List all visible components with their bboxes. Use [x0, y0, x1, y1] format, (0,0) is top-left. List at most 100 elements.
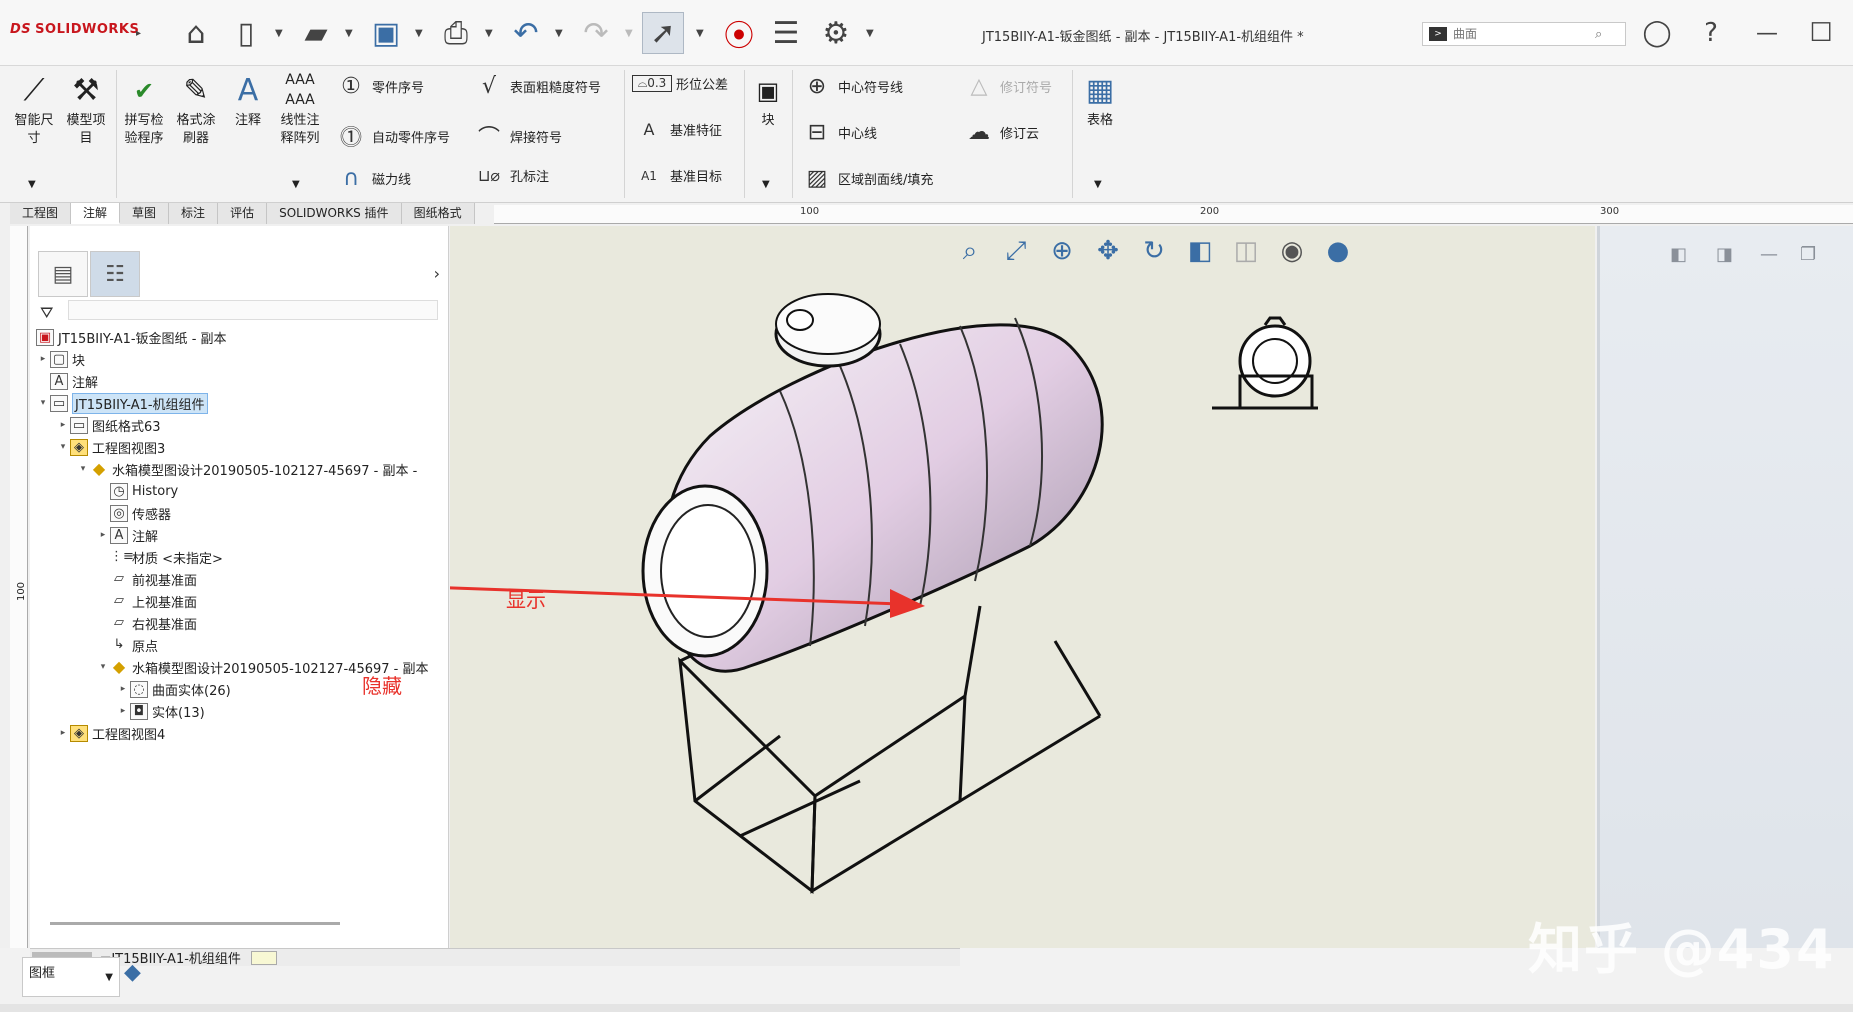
table-dropdown-icon[interactable]: ▼ — [1094, 176, 1102, 194]
tree-filter-input[interactable] — [68, 300, 438, 320]
property-manager-tab-icon[interactable]: ☷ — [90, 251, 140, 297]
minimize-icon[interactable]: — — [1760, 244, 1778, 265]
new-dropdown-icon[interactable]: ▼ — [275, 28, 283, 39]
redo-icon[interactable]: ↷ — [575, 12, 617, 54]
zoom-in-out-icon[interactable]: ⊕ — [1044, 236, 1080, 267]
auto-balloon-button[interactable]: ⓵ 自动零件序号 — [334, 120, 450, 152]
chevron-right-icon[interactable]: › — [434, 264, 440, 283]
maximize-icon[interactable]: ☐ — [1800, 12, 1842, 54]
expand-icon[interactable]: ▸ — [56, 420, 70, 430]
save-icon[interactable]: ▣ — [365, 12, 407, 54]
area-hatch-button[interactable]: ▨ 区域剖面线/填充 — [800, 166, 934, 191]
note-button[interactable]: A 注释 — [228, 70, 268, 130]
revision-symbol-button[interactable]: △ 修订符号 — [962, 74, 1052, 99]
water-tank-side-view[interactable] — [1212, 316, 1318, 410]
datum-feature-button[interactable]: A 基准特征 — [632, 120, 723, 139]
restore-icon[interactable]: ❐ — [1800, 244, 1816, 265]
undo-dropdown-icon[interactable]: ▼ — [555, 28, 563, 39]
smart-dimension-button[interactable]: ⟋ 智能尺 寸 — [12, 70, 56, 148]
tab-markup[interactable]: 标注 — [169, 203, 219, 224]
note-dropdown-icon[interactable]: ▼ — [292, 176, 300, 194]
tree-root[interactable]: ▣ JT15BIIY-A1-钣金图纸 - 副本 — [36, 326, 227, 348]
search-input[interactable] — [1453, 27, 1593, 41]
tree-item-annotations[interactable]: A 注解 — [36, 370, 98, 392]
collapse-icon[interactable]: ▾ — [56, 442, 70, 452]
user-icon[interactable]: ◯ — [1636, 12, 1678, 54]
expand-icon[interactable]: ▸ — [36, 354, 50, 364]
appearance-icon[interactable]: ● — [1320, 236, 1356, 267]
minimize-icon[interactable]: — — [1746, 12, 1788, 54]
layer-select[interactable]: 图框 ▼ — [22, 957, 120, 997]
gtol-button[interactable]: ⌓0.3 形位公差 — [632, 74, 728, 93]
view-orientation-icon[interactable]: ◫ — [1228, 236, 1264, 267]
feature-tree-tab-icon[interactable]: ▤ — [38, 251, 88, 297]
help-icon[interactable]: ? — [1690, 12, 1732, 54]
expand-icon[interactable]: ▸ — [96, 530, 110, 540]
search-box[interactable]: > ⌕ — [1422, 22, 1626, 46]
linear-note-pattern-button[interactable]: AAA AAA 线性注 释阵列 — [276, 70, 324, 148]
rotate-icon[interactable]: ↻ — [1136, 236, 1172, 267]
section-view-icon[interactable]: ◧ — [1182, 236, 1218, 267]
tab-addins[interactable]: SOLIDWORKS 插件 — [267, 203, 402, 224]
tree-item-sheet-format[interactable]: ▸ ▭ 图纸格式63 — [56, 414, 161, 436]
panel-horizontal-scrollbar[interactable] — [50, 922, 340, 925]
hole-callout-button[interactable]: ⊔⌀ 孔标注 — [472, 166, 549, 185]
tree-item-right-plane[interactable]: ▱ 右视基准面 — [96, 612, 197, 634]
tree-item-blocks[interactable]: ▸ ▢ 块 — [36, 348, 85, 370]
print-dropdown-icon[interactable]: ▼ — [485, 28, 493, 39]
tree-item-sheet[interactable]: ▾ ▭ JT15BIIY-A1-机组组件 — [36, 392, 208, 414]
tree-item-history[interactable]: ◷ History — [96, 480, 178, 502]
block-dropdown-icon[interactable]: ▼ — [762, 176, 770, 194]
center-mark-button[interactable]: ⊕ 中心符号线 — [800, 74, 903, 99]
tab-drawing[interactable]: 工程图 — [10, 203, 72, 224]
collapse-icon[interactable]: ▾ — [76, 464, 90, 474]
home-icon[interactable]: ⌂ — [175, 12, 217, 54]
save-dropdown-icon[interactable]: ▼ — [415, 28, 423, 39]
graphics-area[interactable]: 显示 隐藏 — [249, 226, 1595, 948]
tree-item-origin[interactable]: ↳ 原点 — [96, 634, 158, 656]
rebuild-icon[interactable]: ⦿ — [718, 12, 760, 54]
select-icon[interactable]: ➚ — [642, 12, 684, 54]
tree-item-model-annotations[interactable]: ▸ A 注解 — [96, 524, 158, 546]
datum-target-button[interactable]: A1 基准目标 — [632, 166, 722, 186]
balloon-button[interactable]: ① 零件序号 — [334, 74, 424, 99]
tree-item-solid-bodies[interactable]: ▸ ◘ 实体(13) — [116, 700, 205, 722]
surface-finish-button[interactable]: √ 表面粗糙度符号 — [472, 74, 601, 99]
weld-symbol-button[interactable]: ⌒ 焊接符号 — [472, 120, 562, 152]
collapse-icon[interactable]: ▾ — [36, 398, 50, 408]
redo-dropdown-icon[interactable]: ▼ — [625, 28, 633, 39]
model-items-button[interactable]: ⚒ 模型项 目 — [64, 70, 108, 148]
tree-item-sensors[interactable]: ◎ 传感器 — [96, 502, 171, 524]
format-painter-button[interactable]: ✎ 格式涂 刷器 — [172, 70, 220, 148]
water-tank-isometric-view[interactable] — [641, 293, 1104, 894]
gear-dropdown-icon[interactable]: ▼ — [866, 28, 874, 39]
collapse-icon[interactable]: ▾ — [96, 662, 110, 672]
layers-icon[interactable]: ◆ — [124, 960, 164, 990]
tree-item-model-1[interactable]: ▾ ◆ 水箱模型图设计20190505-102127-45697 - 副本 - — [76, 458, 418, 480]
magnetic-line-button[interactable]: ∩ 磁力线 — [334, 166, 411, 191]
open-icon[interactable]: ▰ — [295, 12, 337, 54]
gear-icon[interactable]: ⚙ — [815, 12, 857, 54]
tab-sheet-format[interactable]: 图纸格式 — [402, 203, 475, 224]
tree-item-drawing-view3[interactable]: ▾ ◈ 工程图视图3 — [56, 436, 165, 458]
open-dropdown-icon[interactable]: ▼ — [345, 28, 353, 39]
pan-icon[interactable]: ✥ — [1090, 236, 1126, 267]
dimension-dropdown-icon[interactable]: ▼ — [28, 176, 36, 194]
tree-item-drawing-view4[interactable]: ▸ ◈ 工程图视图4 — [56, 722, 165, 744]
print-icon[interactable]: ⎙ — [435, 12, 477, 54]
pane-left-icon[interactable]: ◧ — [1670, 244, 1687, 265]
menu-expand-arrow[interactable]: ▸ — [136, 28, 141, 39]
undo-icon[interactable]: ↶ — [505, 12, 547, 54]
tree-item-material[interactable]: ⋮≡ 材质 <未指定> — [96, 546, 223, 568]
options-list-icon[interactable]: ☰ — [765, 12, 807, 54]
zoom-to-area-icon[interactable]: ⤢ — [998, 236, 1034, 267]
tab-evaluate[interactable]: 评估 — [218, 203, 268, 224]
tree-item-front-plane[interactable]: ▱ 前视基准面 — [96, 568, 197, 590]
add-sheet-icon[interactable] — [250, 950, 277, 965]
tab-annotation[interactable]: 注解 — [71, 203, 121, 224]
table-button[interactable]: ▦ 表格 — [1080, 70, 1120, 130]
filter-icon[interactable]: ⛛ — [40, 303, 53, 323]
tree-item-surface-bodies[interactable]: ▸ ◌ 曲面实体(26) — [116, 678, 231, 700]
pane-right-icon[interactable]: ◨ — [1716, 244, 1733, 265]
tab-sketch[interactable]: 草图 — [120, 203, 170, 224]
